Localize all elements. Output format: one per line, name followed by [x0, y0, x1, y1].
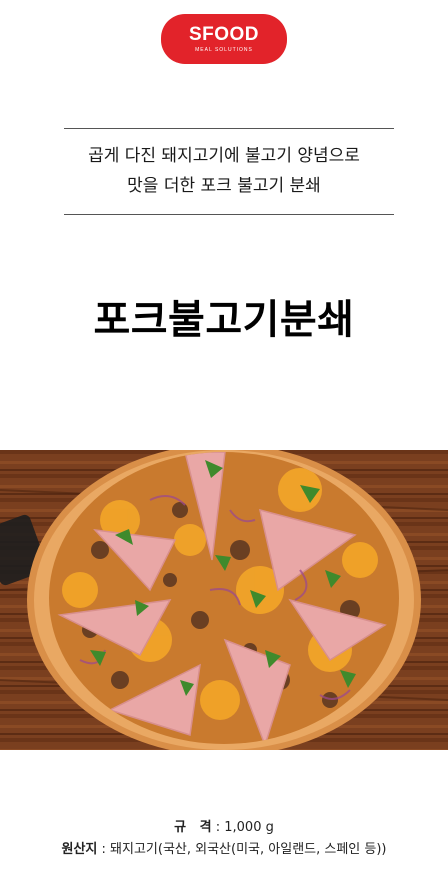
tagline-line-1: 곱게 다진 돼지고기에 불고기 양념으로: [88, 146, 360, 166]
brand-logo: SFOOD MEAL SOLUTIONS: [161, 14, 287, 64]
tagline-line-2: 맛을 더한 포크 불고기 분쇄: [127, 176, 321, 196]
spec-size-value: : 1,000 g: [215, 820, 274, 835]
pizza-photo: [0, 450, 448, 750]
spec-origin-label: 원산지: [61, 842, 98, 857]
spec-origin: 원산지 : 돼지고기(국산, 외국산(미국, 아일랜드, 스페인 등)): [0, 840, 448, 860]
spec-size: 규 격 : 1,000 g: [0, 818, 448, 838]
spec-origin-value: : 돼지고기(국산, 외국산(미국, 아일랜드, 스페인 등)): [101, 842, 387, 857]
bottom-divider: [64, 214, 394, 215]
top-divider: [64, 128, 394, 129]
product-title: 포크불고기분쇄: [93, 297, 355, 343]
spec-size-label: 규 격: [174, 820, 212, 835]
brand-name: SFOOD: [188, 23, 260, 45]
brand-subtitle: MEAL SOLUTIONS: [195, 46, 253, 53]
